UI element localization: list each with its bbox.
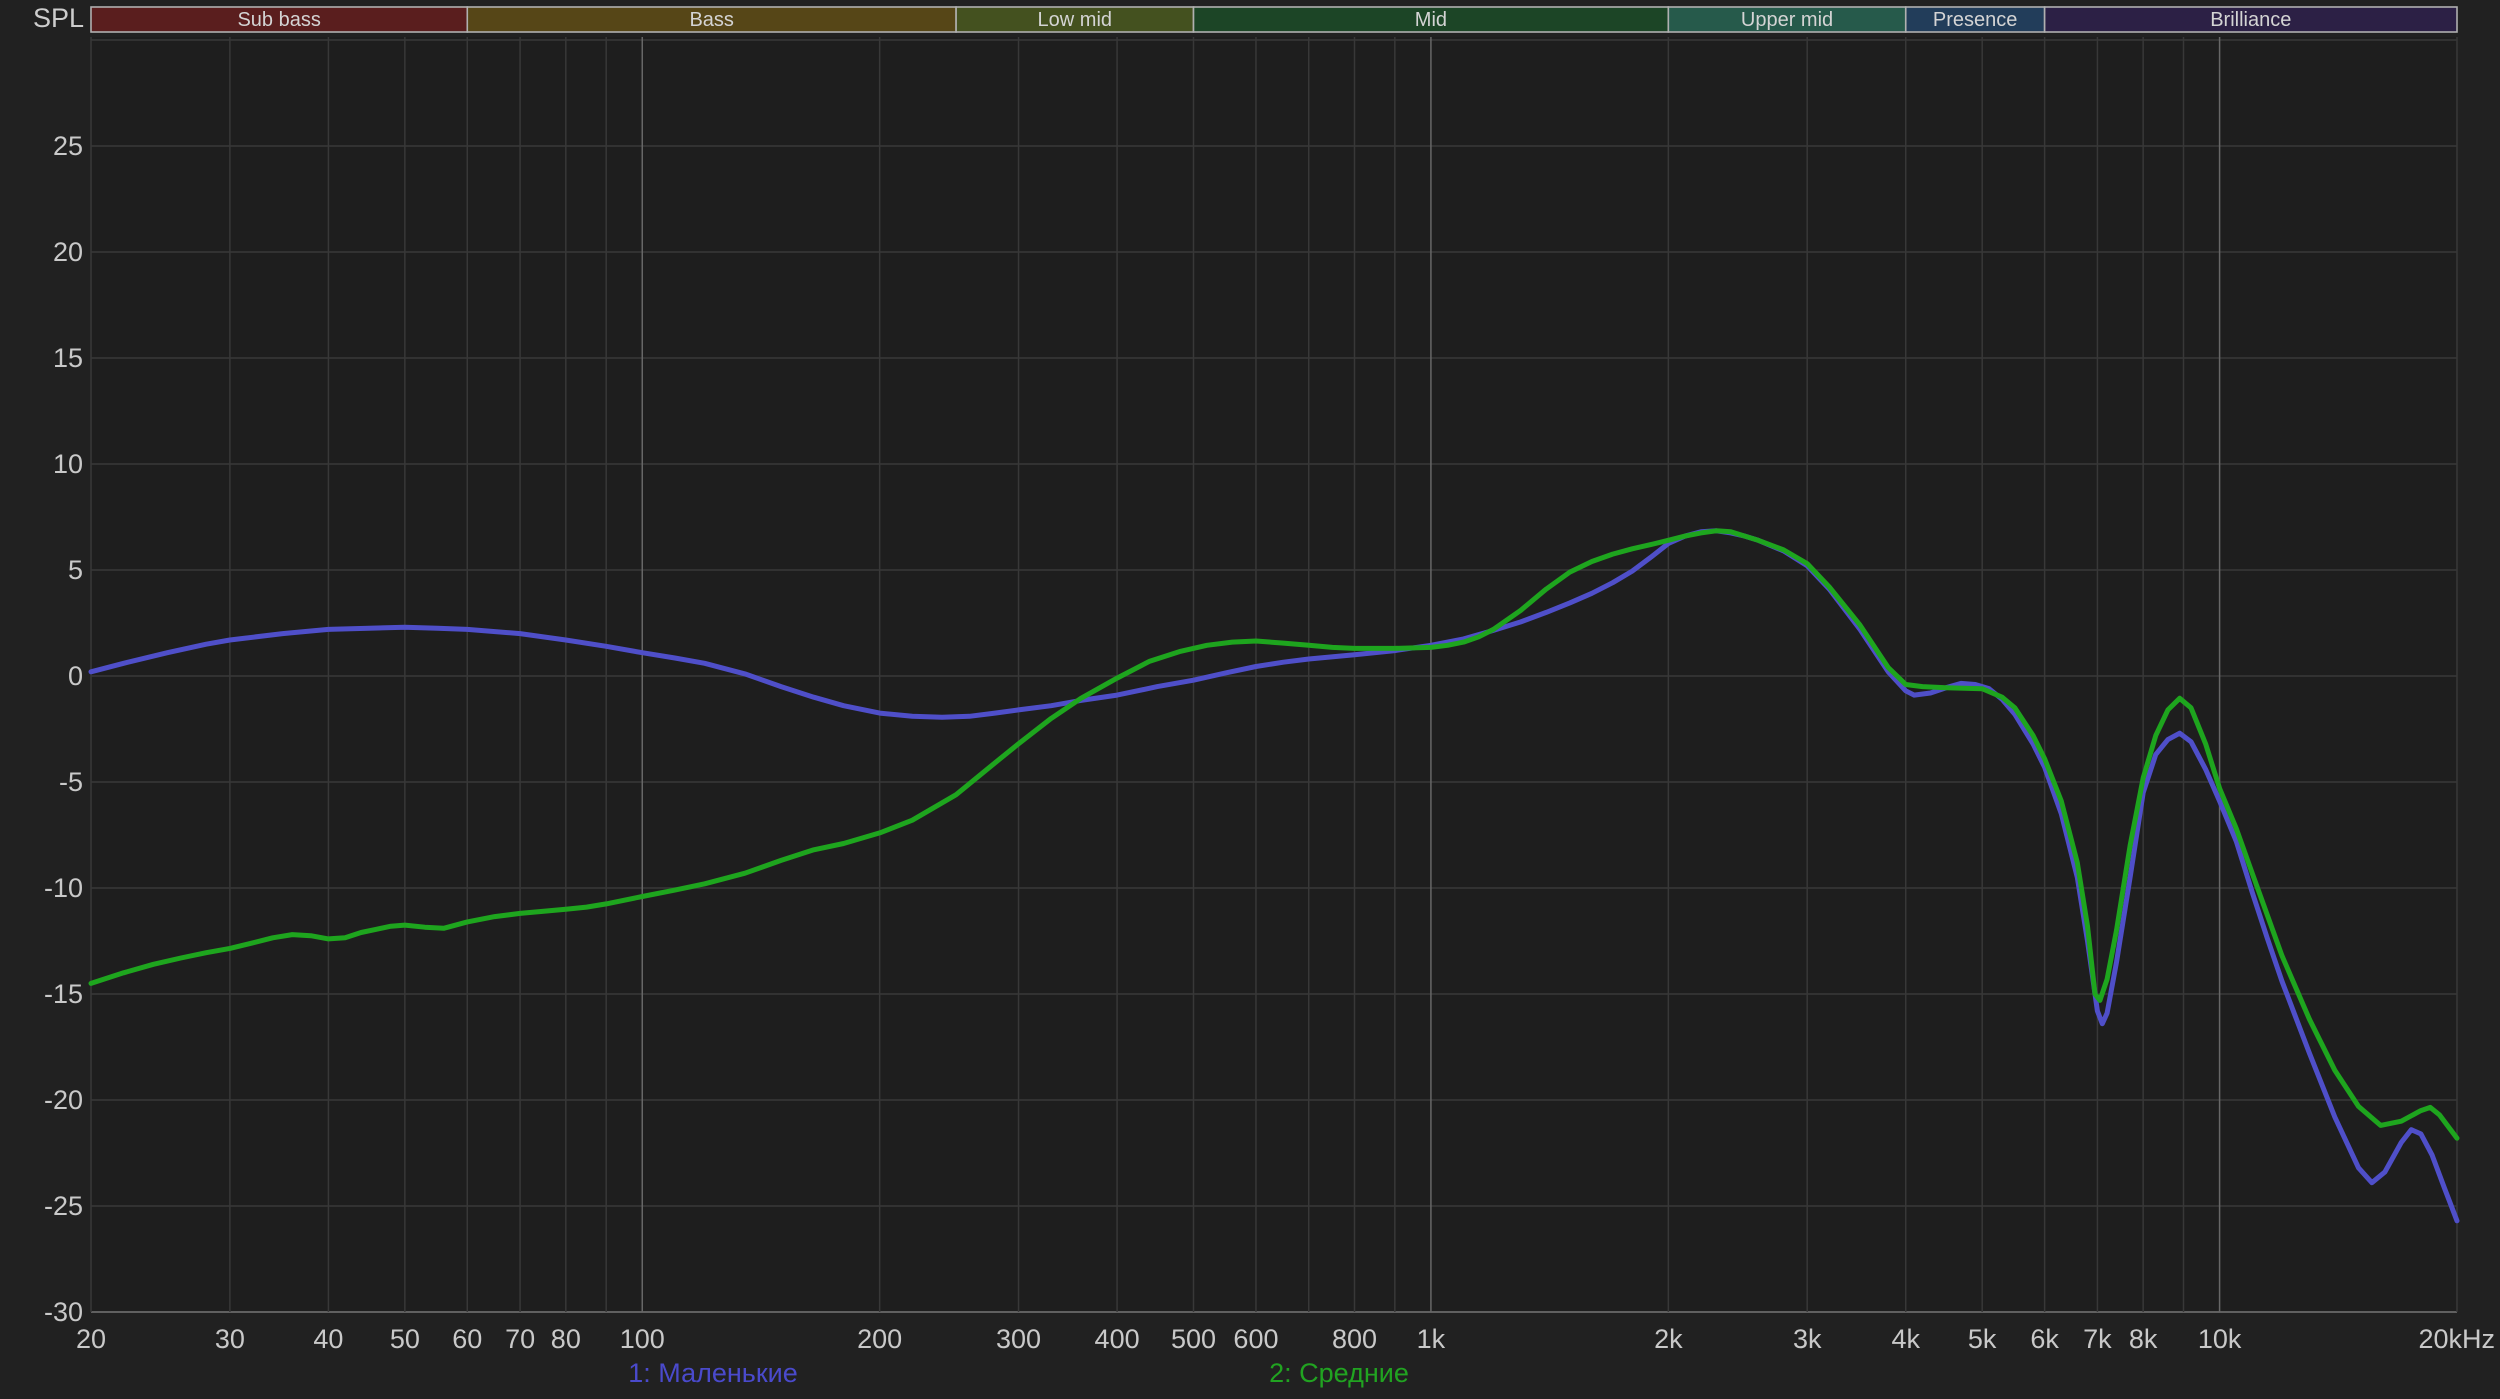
x-tick-label-20: 20 [76, 1324, 106, 1354]
band-bar: Sub bass Bass Low mid Mid Upper mid Presence B… [90, 6, 2458, 33]
band-label-low-mid: Low mid [1038, 9, 1112, 31]
x-tick-label-400: 400 [1095, 1324, 1140, 1354]
y-tick-label-10: 10 [53, 449, 83, 479]
y-axis-labels: 25 20 15 10 5 0 -5 -10 -15 -20 -25 -30 [44, 131, 83, 1327]
x-tick-label-80: 80 [551, 1324, 581, 1354]
band-label-brilliance: Brilliance [2210, 9, 2291, 31]
frequency-response-chart: Sub bass Bass Low mid Mid Upper mid Presence B… [44, 6, 2495, 1354]
y-tick-label-25: 25 [53, 131, 83, 161]
y-tick-label--30: -30 [44, 1297, 83, 1327]
x-tick-label-5k: 5k [1968, 1324, 1997, 1354]
x-tick-label-20kHz: 20kHz [2418, 1324, 2495, 1354]
plot-background [91, 37, 2457, 1312]
y-tick-label--15: -15 [44, 979, 83, 1009]
x-tick-label-60: 60 [452, 1324, 482, 1354]
x-tick-label-8k: 8k [2129, 1324, 2158, 1354]
x-tick-label-2k: 2k [1654, 1324, 1683, 1354]
x-tick-label-10k: 10k [2198, 1324, 2242, 1354]
x-tick-label-30: 30 [215, 1324, 245, 1354]
y-tick-label--20: -20 [44, 1085, 83, 1115]
x-tick-label-600: 600 [1233, 1324, 1278, 1354]
spl-frequency-response-app: SPL Sub bass Bass Low mid Mid Upper mid Prese… [0, 0, 2500, 1399]
x-tick-label-3k: 3k [1793, 1324, 1822, 1354]
y-tick-label--10: -10 [44, 873, 83, 903]
y-tick-label-20: 20 [53, 237, 83, 267]
band-label-presence: Presence [1933, 9, 2018, 31]
x-tick-label-40: 40 [313, 1324, 343, 1354]
y-tick-label--5: -5 [59, 767, 83, 797]
band-label-upper-mid: Upper mid [1741, 9, 1833, 31]
y-tick-label-5: 5 [68, 555, 83, 585]
x-tick-label-100: 100 [620, 1324, 665, 1354]
x-tick-label-200: 200 [857, 1324, 902, 1354]
x-tick-label-300: 300 [996, 1324, 1041, 1354]
y-tick-label-0: 0 [68, 661, 83, 691]
y-tick-label-15: 15 [53, 343, 83, 373]
band-label-mid: Mid [1415, 9, 1447, 31]
x-tick-label-4k: 4k [1891, 1324, 1920, 1354]
band-label-sub-bass: Sub bass [237, 9, 320, 31]
x-tick-label-800: 800 [1332, 1324, 1377, 1354]
x-axis-labels: 20 30 40 50 60 70 80 100 200 300 400 500 600 800 1k 2k 3… [76, 1324, 2495, 1354]
x-tick-label-1k: 1k [1417, 1324, 1446, 1354]
legend-item-series-1[interactable]: 1: Маленькие [628, 1358, 798, 1388]
y-tick-label--25: -25 [44, 1191, 83, 1221]
x-tick-label-70: 70 [505, 1324, 535, 1354]
x-tick-label-500: 500 [1171, 1324, 1216, 1354]
band-label-bass: Bass [689, 9, 733, 31]
legend-item-series-2[interactable]: 2: Средние [1269, 1358, 1409, 1388]
x-tick-label-50: 50 [390, 1324, 420, 1354]
x-tick-label-6k: 6k [2030, 1324, 2059, 1354]
x-tick-label-7k: 7k [2083, 1324, 2112, 1354]
